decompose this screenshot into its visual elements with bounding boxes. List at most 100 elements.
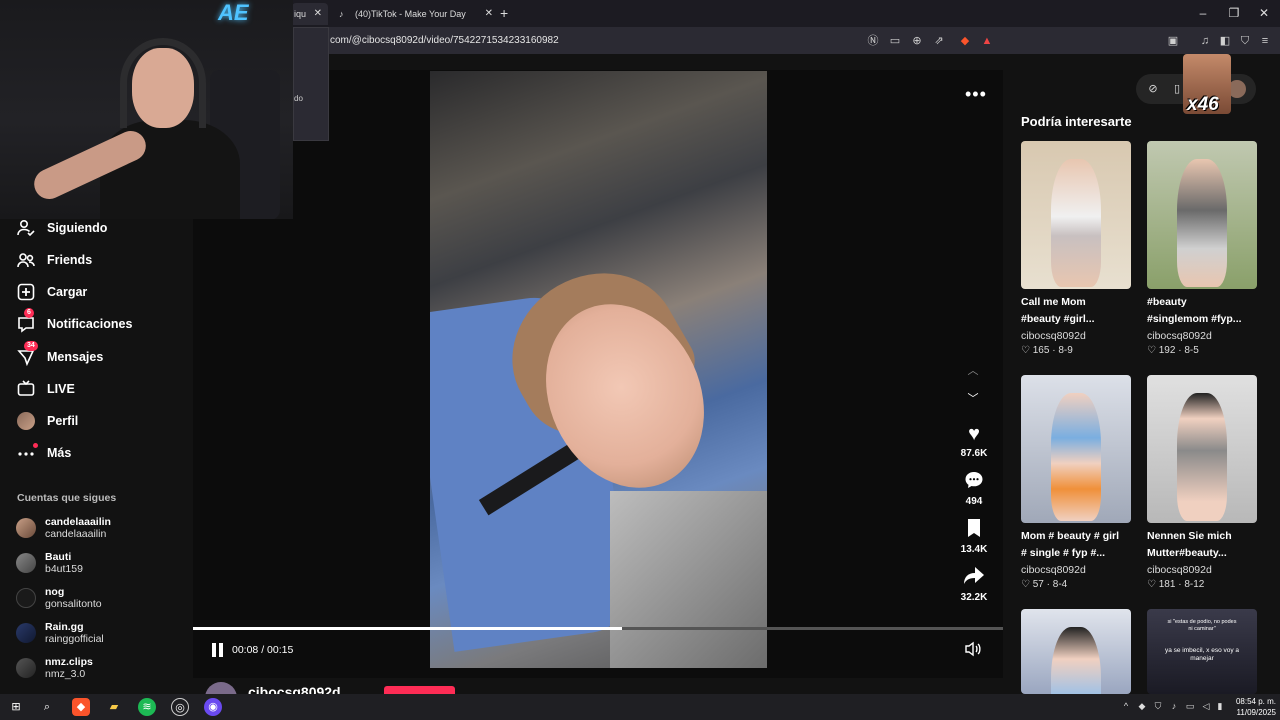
video-thumbnail[interactable] — [1021, 141, 1131, 289]
brave-browser-icon[interactable]: ◆ — [72, 698, 90, 716]
sidebar-item-messages[interactable]: 34 Mensajes — [16, 341, 103, 369]
sidebar-item-friends[interactable]: Friends — [16, 248, 92, 272]
chat-app-icon[interactable]: ◉ — [204, 698, 222, 716]
obs-icon[interactable]: ◎ — [171, 698, 189, 716]
thumbnail-figure — [1177, 159, 1227, 287]
sidebar-item-upload[interactable]: Cargar — [16, 280, 87, 304]
browser-tab-tiktok[interactable]: ♪ (40)TikTok - Make Your Day ✕ — [335, 3, 495, 25]
vpn-icon[interactable]: ⛉ — [1238, 34, 1252, 48]
windows-start-icon[interactable]: ⊞ — [7, 698, 25, 716]
zoom-icon[interactable]: ⊕ — [910, 34, 924, 48]
followed-account[interactable]: nog gonsalitonto — [16, 583, 102, 613]
brave-shield-icon[interactable]: ◆ — [958, 34, 972, 48]
video-author[interactable]: cibocsq8092d — [1147, 562, 1257, 578]
volume-tray-icon[interactable]: ◁ — [1200, 700, 1212, 712]
recommended-video-card[interactable] — [1021, 609, 1131, 694]
followed-account[interactable]: candelaaailin candelaaailin — [16, 513, 111, 543]
followed-account[interactable]: Bauti b4ut159 — [16, 548, 83, 578]
follow-button[interactable] — [384, 686, 455, 694]
recommended-video-card[interactable]: Call me Mom #beauty #girl... cibocsq8092d… — [1021, 141, 1131, 358]
system-clock[interactable]: 08:54 p. m. 11/09/2025 — [1226, 696, 1276, 718]
tray-app-icon[interactable]: ◆ — [1136, 700, 1148, 712]
video-progress-bar[interactable] — [193, 627, 1003, 630]
account-handle: b4ut159 — [45, 563, 83, 575]
video-description[interactable]: Mom # beauty # girl # single # fyp #... — [1021, 528, 1136, 562]
heart-outline-icon: ♡ — [1147, 345, 1156, 356]
video-player[interactable]: ••• ︿ ﹀ ♥ 87.6K 494 13.4K 32.2K 00:08 / … — [193, 70, 1003, 694]
author-avatar[interactable] — [205, 682, 237, 694]
share-arrow-icon — [953, 566, 995, 590]
video-thumbnail[interactable] — [1021, 375, 1131, 523]
thumbnail-caption: si "estas de podio, no podes ni caminar" — [1167, 619, 1237, 632]
battery-icon[interactable]: ▮ — [1214, 700, 1226, 712]
followed-account[interactable]: nmz.clips nmz_3.0 — [16, 653, 93, 683]
sidebar-item-notifications[interactable]: 6 Notificaciones — [16, 308, 132, 336]
file-explorer-icon[interactable]: ▰ — [105, 698, 123, 716]
account-handle: candelaaailin — [45, 528, 107, 540]
rail-title: Podría interesarte — [1021, 114, 1132, 129]
new-tab-icon[interactable]: + — [500, 5, 508, 21]
nav-label: Perfil — [47, 414, 79, 428]
like-button[interactable]: ♥ 87.6K — [953, 422, 995, 459]
tray-overflow-icon[interactable]: ^ — [1120, 700, 1132, 712]
author-name[interactable]: cibocsq8092d — [248, 684, 341, 694]
video-description[interactable]: Call me Mom #beauty #girl... — [1021, 294, 1136, 328]
compass-icon[interactable]: ⊘ — [1146, 82, 1160, 96]
recommended-video-card[interactable]: #beauty #singlemom #fyp... cibocsq8092d ♡… — [1147, 141, 1257, 358]
close-tab-icon[interactable]: ✕ — [485, 8, 493, 19]
browser-tab-active[interactable]: iqu ✕ — [292, 3, 328, 25]
sidebar-item-more[interactable]: Más — [16, 441, 71, 465]
restore-icon[interactable]: ❐ — [1226, 6, 1242, 20]
media-icon[interactable]: ♫ — [1198, 34, 1212, 48]
video-thumbnail[interactable] — [1021, 609, 1131, 694]
bookmark-icon — [953, 518, 995, 542]
recommended-video-card[interactable]: Nennen Sie mich Mutter#beauty... cibocsq8… — [1147, 375, 1257, 592]
comment-button[interactable]: 494 — [953, 470, 995, 507]
mobile-icon[interactable]: ▯ — [1170, 82, 1184, 96]
pause-icon[interactable] — [211, 642, 225, 658]
recommended-video-card[interactable]: si "estas de podio, no podes ni caminar" … — [1147, 609, 1257, 694]
network-icon[interactable]: ▭ — [1184, 700, 1196, 712]
thumbnail-figure — [1051, 393, 1101, 521]
sidebar-toggle-icon[interactable]: ▣ — [1166, 34, 1180, 48]
more-options-icon[interactable]: ••• — [965, 84, 987, 105]
video-description[interactable]: #beauty #singlemom #fyp... — [1147, 294, 1262, 328]
tray-app-icon[interactable]: ⛉ — [1152, 700, 1164, 712]
video-author[interactable]: cibocsq8092d — [1147, 328, 1257, 344]
search-icon[interactable]: ⌕ — [38, 698, 56, 716]
video-author[interactable]: cibocsq8092d — [1021, 562, 1131, 578]
nav-label: Cargar — [47, 285, 88, 299]
video-thumbnail[interactable] — [1147, 375, 1257, 523]
video-thumbnail[interactable] — [1147, 141, 1257, 289]
save-button[interactable]: 13.4K — [953, 518, 995, 555]
share-button[interactable]: 32.2K — [953, 566, 995, 603]
video-author[interactable]: cibocsq8092d — [1021, 328, 1131, 344]
sidebar-item-following[interactable]: Siguiendo — [16, 216, 107, 240]
cast-icon[interactable]: ▭ — [888, 34, 902, 48]
sidebar-item-live[interactable]: LIVE — [16, 377, 75, 401]
sidebar-item-profile[interactable]: Perfil — [16, 409, 78, 433]
minimize-icon[interactable]: – — [1195, 6, 1211, 20]
video-frame[interactable] — [430, 71, 767, 668]
menu-icon[interactable]: ≡ — [1258, 34, 1272, 48]
share-icon[interactable]: ⇗ — [932, 34, 946, 48]
account-handle: rainggofficial — [45, 633, 104, 645]
tiktok-favicon-icon: ♪ — [339, 9, 344, 19]
previous-video-icon[interactable]: ︿ — [965, 362, 981, 378]
video-thumbnail[interactable]: si "estas de podio, no podes ni caminar" … — [1147, 609, 1257, 694]
recommended-video-card[interactable]: Mom # beauty # girl # single # fyp #... c… — [1021, 375, 1131, 592]
close-tab-icon[interactable]: ✕ — [314, 8, 322, 19]
volume-icon[interactable] — [965, 641, 981, 660]
share-count: 32.2K — [960, 592, 988, 603]
brave-rewards-icon[interactable]: ▲ — [980, 34, 994, 48]
next-video-icon[interactable]: ﹀ — [965, 390, 981, 406]
thumbnail-figure — [1051, 159, 1101, 287]
reader-mode-icon[interactable]: Ⓝ — [866, 34, 880, 48]
spotify-icon[interactable]: ≋ — [138, 698, 156, 716]
microphone-icon[interactable]: ♪ — [1168, 700, 1180, 712]
followed-account[interactable]: Rain.gg rainggofficial — [16, 618, 104, 648]
split-view-icon[interactable]: ◧ — [1218, 34, 1232, 48]
video-description[interactable]: Nennen Sie mich Mutter#beauty... — [1147, 528, 1262, 562]
url-field[interactable]: com/@cibocsq8092d/video/7542271534233160… — [330, 35, 559, 46]
close-window-icon[interactable]: ✕ — [1256, 6, 1272, 20]
